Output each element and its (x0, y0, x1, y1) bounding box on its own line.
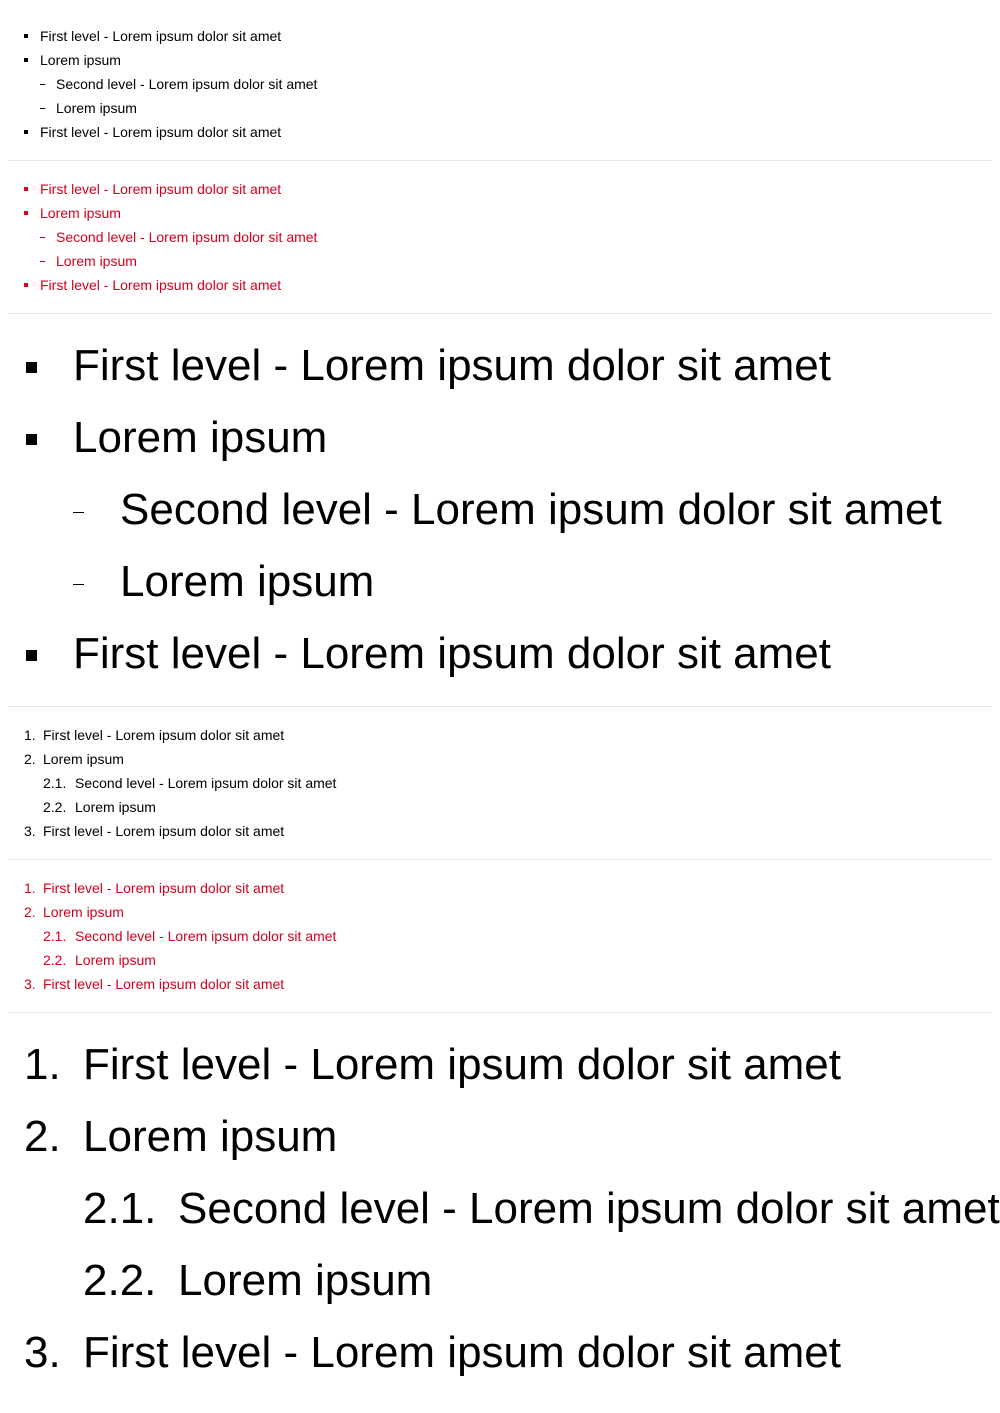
list-item: First level - Lorem ipsum dolor sit amet (8, 273, 992, 297)
dash-bullet-icon (40, 108, 45, 109)
unordered-list-large: First level - Lorem ipsum dolor sit amet… (8, 330, 992, 690)
list-item: First level - Lorem ipsum dolor sit amet (8, 177, 992, 201)
list-item: Lorem ipsum (8, 402, 992, 474)
dash-bullet-icon (73, 584, 84, 585)
list-item-nested: Lorem ipsum (8, 96, 992, 120)
list-item: Lorem ipsum (8, 48, 992, 72)
list-number: 2.2. (43, 952, 67, 968)
list-item-nested: Lorem ipsum (8, 546, 992, 618)
list-item-nested: Second level - Lorem ipsum dolor sit ame… (8, 225, 992, 249)
list-number: 2.1. (83, 1184, 157, 1233)
ordered-list-small: 1. First level - Lorem ipsum dolor sit am… (8, 723, 992, 843)
square-bullet-icon (24, 187, 28, 191)
dash-bullet-icon (40, 261, 45, 262)
list-item-nested: Lorem ipsum (8, 249, 992, 273)
list-item: First level - Lorem ipsum dolor sit amet (8, 330, 992, 402)
square-bullet-icon (24, 34, 28, 38)
list-number: 2. (24, 751, 36, 767)
list-item-nested: 2.1. Second level - Lorem ipsum dolor sit… (8, 771, 992, 795)
list-item: 1. First level - Lorem ipsum dolor sit am… (8, 876, 992, 900)
list-number: 3. (24, 976, 36, 992)
dash-bullet-icon (40, 84, 45, 85)
section-divider (8, 859, 992, 860)
list-item-nested: 2.1. Second level - Lorem ipsum dolor sit… (8, 1173, 1000, 1245)
section-divider (8, 706, 992, 707)
section-divider (8, 160, 992, 161)
list-item: 1. First level - Lorem ipsum dolor sit am… (8, 1029, 992, 1101)
square-bullet-icon (24, 283, 28, 287)
list-number: 1. (24, 727, 36, 743)
list-number: 2.2. (83, 1256, 157, 1305)
list-number: 2. (24, 1112, 61, 1161)
list-item-nested: Second level - Lorem ipsum dolor sit ame… (8, 72, 992, 96)
list-item: 3. First level - Lorem ipsum dolor sit am… (8, 972, 992, 996)
list-item: 2. Lorem ipsum (8, 1101, 992, 1173)
list-number: 1. (24, 880, 36, 896)
list-item: 2. Lorem ipsum (8, 747, 992, 771)
list-number: 2.1. (43, 775, 67, 791)
list-item: 3. First level - Lorem ipsum dolor sit am… (8, 819, 992, 843)
square-bullet-icon (24, 58, 28, 62)
ordered-list-large: 1. First level - Lorem ipsum dolor sit am… (8, 1029, 1000, 1389)
list-item: First level - Lorem ipsum dolor sit amet (8, 618, 992, 690)
list-item-nested: 2.2. Lorem ipsum (8, 1245, 992, 1317)
list-number: 2. (24, 904, 36, 920)
list-number: 2.1. (43, 928, 67, 944)
list-item-nested: 2.2. Lorem ipsum (8, 795, 992, 819)
list-number: 3. (24, 823, 36, 839)
ordered-list-small-red: 1. First level - Lorem ipsum dolor sit am… (8, 876, 992, 996)
list-item: 1. First level - Lorem ipsum dolor sit am… (8, 723, 992, 747)
list-showcase-page: First level - Lorem ipsum dolor sit amet… (0, 0, 1000, 1413)
list-number: 2.2. (43, 799, 67, 815)
square-bullet-icon (26, 362, 37, 373)
list-number: 1. (24, 1040, 61, 1089)
square-bullet-icon (24, 130, 28, 134)
list-item: 2. Lorem ipsum (8, 900, 992, 924)
dash-bullet-icon (73, 512, 84, 513)
section-divider (8, 1012, 992, 1013)
square-bullet-icon (24, 211, 28, 215)
list-item: 3. First level - Lorem ipsum dolor sit am… (8, 1317, 992, 1389)
list-item-nested: Second level - Lorem ipsum dolor sit ame… (8, 474, 992, 546)
unordered-list-small-red: First level - Lorem ipsum dolor sit amet… (8, 177, 992, 297)
square-bullet-icon (26, 650, 37, 661)
unordered-list-small: First level - Lorem ipsum dolor sit amet… (8, 24, 992, 144)
dash-bullet-icon (40, 237, 45, 238)
list-item-nested: 2.1. Second level - Lorem ipsum dolor sit… (8, 924, 992, 948)
square-bullet-icon (26, 434, 37, 445)
list-item: Lorem ipsum (8, 201, 992, 225)
section-divider (8, 313, 992, 314)
list-item: First level - Lorem ipsum dolor sit amet (8, 24, 992, 48)
list-item-nested: 2.2. Lorem ipsum (8, 948, 992, 972)
list-item: First level - Lorem ipsum dolor sit amet (8, 120, 992, 144)
list-number: 3. (24, 1328, 61, 1377)
